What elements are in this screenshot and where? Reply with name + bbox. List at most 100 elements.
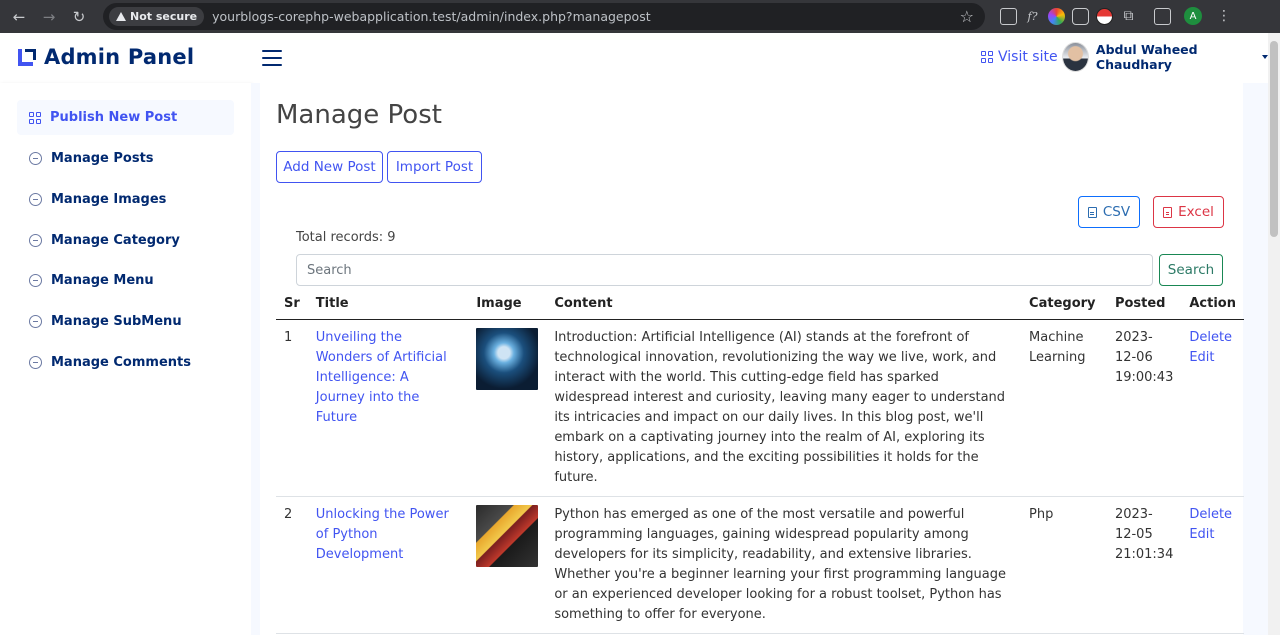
post-thumbnail bbox=[476, 327, 539, 390]
page-title: Manage Post bbox=[276, 100, 442, 130]
posted-date: 2023-12-05 bbox=[1114, 506, 1153, 542]
cell-posted: 2023-12-05 21:01:34 bbox=[1106, 496, 1182, 634]
sidebar-item-manage-images[interactable]: Manage Images bbox=[17, 182, 234, 217]
edit-link[interactable]: Edit bbox=[1189, 348, 1236, 368]
forward-icon[interactable]: → bbox=[34, 4, 64, 30]
export-csv-button[interactable]: CSV bbox=[1078, 196, 1140, 228]
reload-icon[interactable]: ↻ bbox=[64, 4, 94, 30]
table-header-row: Sr Title Image Content Category Posted A… bbox=[276, 288, 1244, 320]
column-header-category[interactable]: Category bbox=[1021, 288, 1107, 320]
search-input[interactable]: Search bbox=[296, 254, 1153, 286]
circle-minus-icon bbox=[29, 234, 42, 247]
toggle-sidebar-icon[interactable] bbox=[262, 49, 282, 67]
sidebar-item-manage-posts[interactable]: Manage Posts bbox=[17, 141, 234, 176]
circle-minus-icon bbox=[29, 274, 42, 287]
sidebar-item-label: Manage Comments bbox=[51, 355, 191, 370]
brand[interactable]: Admin Panel bbox=[16, 45, 194, 69]
column-header-content[interactable]: Content bbox=[546, 288, 1022, 320]
column-header-sr[interactable]: Sr bbox=[276, 288, 308, 320]
export-excel-button[interactable]: Excel bbox=[1153, 196, 1224, 228]
circle-minus-icon bbox=[29, 315, 42, 328]
sidebar: Publish New Post Manage Posts Manage Ima… bbox=[0, 83, 251, 635]
import-post-button[interactable]: Import Post bbox=[387, 151, 482, 183]
sidebar-item-label: Manage Posts bbox=[51, 151, 154, 166]
brand-title: Admin Panel bbox=[44, 45, 195, 69]
extensions-icon[interactable]: ⧉ bbox=[1120, 8, 1137, 25]
sidebar-item-manage-submenu[interactable]: Manage SubMenu bbox=[17, 304, 234, 339]
posted-date: 2023-12-06 bbox=[1114, 329, 1153, 365]
sidebar-item-publish-new-post[interactable]: Publish New Post bbox=[17, 100, 234, 135]
cell-content: Python has emerged as one of the most ve… bbox=[546, 496, 1022, 634]
scrollbar-thumb[interactable] bbox=[1270, 41, 1278, 237]
admin-header: Admin Panel Visit site Abdul Waheed Chau… bbox=[0, 33, 1268, 83]
visit-site-link[interactable]: Visit site bbox=[981, 49, 1058, 65]
column-header-action[interactable]: Action bbox=[1181, 288, 1244, 320]
column-header-image[interactable]: Image bbox=[468, 288, 547, 320]
grid-icon bbox=[981, 51, 993, 63]
star-icon[interactable]: ☆ bbox=[960, 7, 974, 26]
post-thumbnail bbox=[476, 504, 539, 567]
cell-category: Machine Learning bbox=[1021, 319, 1107, 497]
address-bar[interactable]: Not secure yourblogs-corephp-webapplicat… bbox=[103, 3, 985, 30]
sidebar-item-manage-menu[interactable]: Manage Menu bbox=[17, 263, 234, 298]
cell-sr: 2 bbox=[276, 496, 308, 634]
csv-label: CSV bbox=[1102, 204, 1131, 220]
profile-avatar[interactable]: A bbox=[1184, 7, 1202, 25]
image-ext-icon[interactable] bbox=[1000, 7, 1017, 25]
add-new-post-button[interactable]: Add New Post bbox=[276, 151, 383, 183]
sidebar-item-label: Manage SubMenu bbox=[51, 314, 182, 329]
posted-time: 21:01:34 bbox=[1114, 546, 1174, 562]
posted-time: 19:00:43 bbox=[1114, 369, 1174, 385]
excel-file-icon bbox=[1163, 206, 1173, 218]
back-icon[interactable]: ← bbox=[4, 4, 34, 30]
delete-link[interactable]: Delete bbox=[1189, 505, 1236, 525]
post-title-link[interactable]: Unlocking the Power of Python Developmen… bbox=[316, 507, 449, 562]
sidebar-item-label: Manage Images bbox=[51, 192, 167, 207]
excel-label: Excel bbox=[1178, 204, 1214, 220]
circle-minus-icon bbox=[29, 152, 42, 165]
main-content: Manage Post Add New Post Import Post CSV… bbox=[251, 83, 1268, 635]
grid-icon bbox=[29, 111, 41, 124]
sidebar-item-manage-comments[interactable]: Manage Comments bbox=[17, 345, 234, 380]
cell-category: Php bbox=[1021, 496, 1107, 634]
color-ext-icon[interactable] bbox=[1048, 7, 1065, 25]
cell-sr: 1 bbox=[276, 319, 308, 497]
cell-action: Delete Edit bbox=[1181, 496, 1244, 634]
extension-bar: f? ⧉ A ⋮ bbox=[1000, 5, 1231, 27]
avatar bbox=[1062, 42, 1089, 72]
security-label: Not secure bbox=[130, 10, 198, 23]
warning-icon bbox=[116, 12, 126, 21]
file-icon bbox=[1087, 206, 1097, 218]
pokeball-ext-icon[interactable] bbox=[1096, 7, 1113, 25]
column-header-posted[interactable]: Posted bbox=[1106, 288, 1182, 320]
column-header-title[interactable]: Title bbox=[307, 288, 469, 320]
posts-table: Sr Title Image Content Category Posted A… bbox=[276, 288, 1244, 634]
sidebar-item-manage-category[interactable]: Manage Category bbox=[17, 223, 234, 258]
browser-toolbar: ← → ↻ Not secure yourblogs-corephp-webap… bbox=[0, 0, 1280, 33]
user-name: Abdul Waheed Chaudhary bbox=[1095, 42, 1198, 72]
page-scrollbar[interactable] bbox=[1268, 33, 1280, 635]
sidebar-item-label: Manage Menu bbox=[51, 273, 154, 288]
table-row: 1 Unveiling the Wonders of Artificial In… bbox=[276, 319, 1244, 497]
cell-content: Introduction: Artificial Intelligence (A… bbox=[546, 319, 1022, 497]
formula-ext-icon[interactable]: f? bbox=[1024, 8, 1041, 25]
search-button[interactable]: Search bbox=[1159, 254, 1223, 286]
visit-site-label: Visit site bbox=[998, 49, 1058, 65]
logo-icon bbox=[18, 49, 36, 66]
url-text[interactable]: yourblogs-corephp-webapplication.test/ad… bbox=[212, 9, 651, 24]
sidebar-item-label: Manage Category bbox=[51, 233, 180, 248]
not-secure-badge[interactable]: Not secure bbox=[109, 7, 205, 26]
circle-minus-icon bbox=[29, 193, 42, 206]
sidebar-item-label: Publish New Post bbox=[50, 110, 178, 125]
profile-dropdown[interactable]: Abdul Waheed Chaudhary bbox=[1062, 42, 1268, 72]
posts-card: Manage Post Add New Post Import Post CSV… bbox=[260, 83, 1244, 635]
delete-link[interactable]: Delete bbox=[1189, 328, 1236, 348]
menu-icon[interactable]: ⋮ bbox=[1217, 9, 1231, 23]
post-title-link[interactable]: Unveiling the Wonders of Artificial Inte… bbox=[316, 330, 447, 425]
cell-posted: 2023-12-06 19:00:43 bbox=[1106, 319, 1182, 497]
glasses-ext-icon[interactable] bbox=[1072, 7, 1089, 25]
total-records: Total records: 9 bbox=[296, 230, 396, 245]
sidepanel-icon[interactable] bbox=[1154, 7, 1171, 25]
edit-link[interactable]: Edit bbox=[1189, 525, 1236, 545]
table-row: 2 Unlocking the Power of Python Developm… bbox=[276, 496, 1244, 634]
